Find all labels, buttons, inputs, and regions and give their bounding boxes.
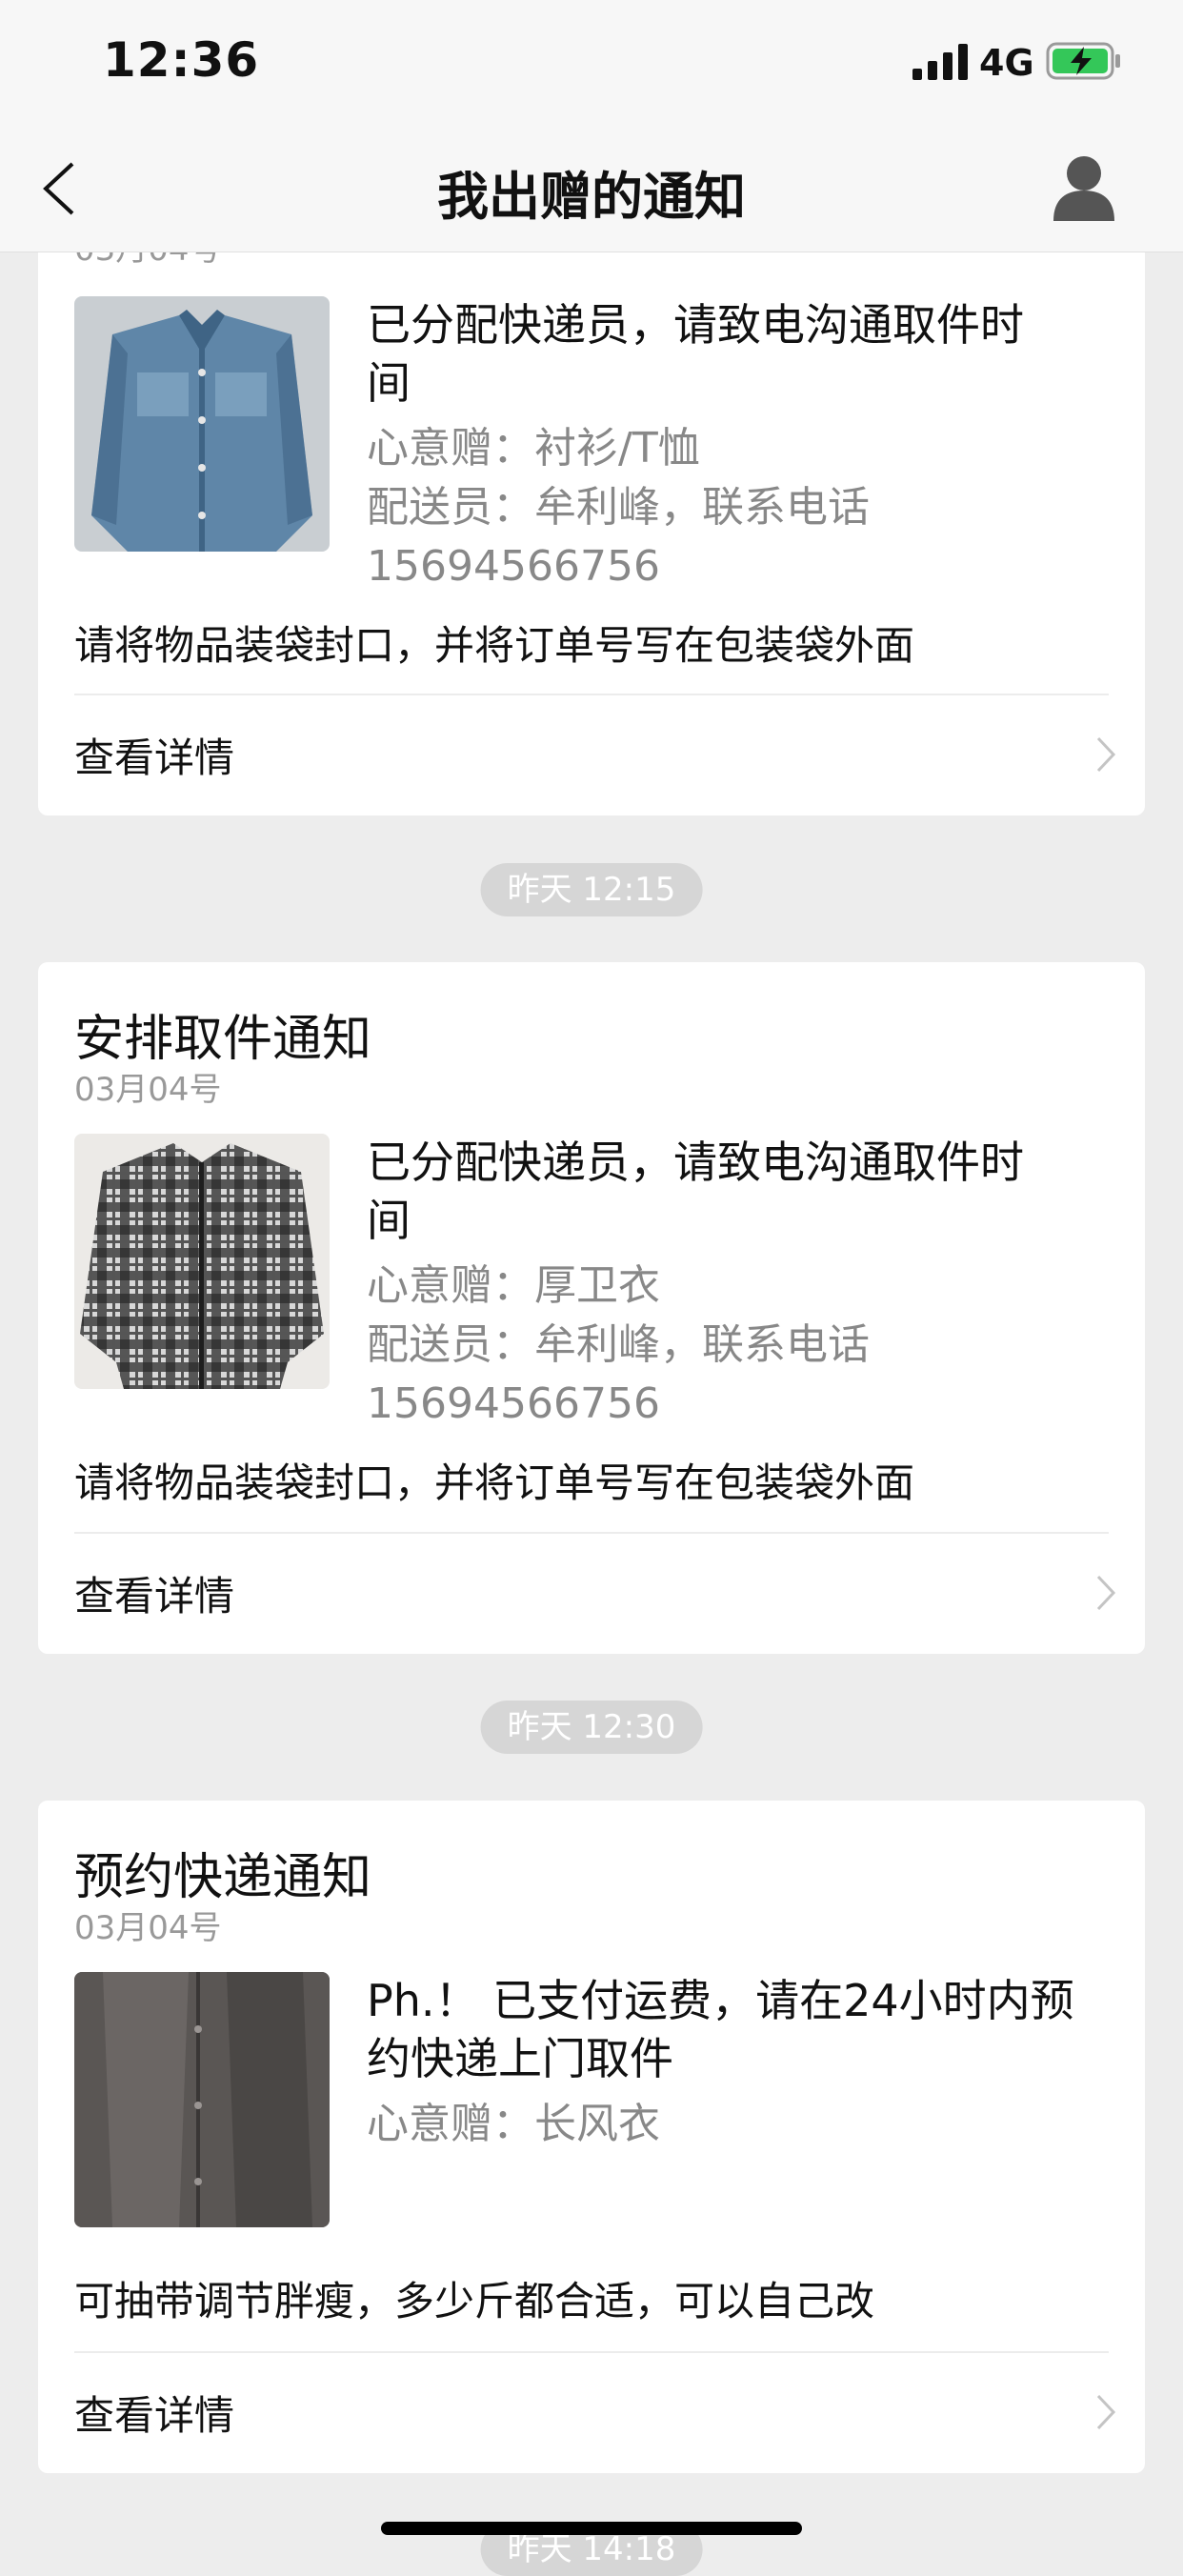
notification-message: 已分配快递员，请致电沟通取件时 间 xyxy=(367,299,1024,409)
user-profile-icon[interactable] xyxy=(1052,152,1116,221)
status-bar: 12:36 4G xyxy=(0,0,1183,124)
card-title: 预约快递通知 xyxy=(74,1849,372,1906)
notification-card: 预约快递通知 03月04号 Ph.！ 已支付运费，请在24小时内预 约快递上门取… xyxy=(38,1801,1145,2473)
timestamp-pill: 昨天 12:30 xyxy=(480,1701,703,1754)
home-indicator[interactable] xyxy=(381,2522,802,2535)
notification-card: 03月04号 已分配快递员，请致电沟通取件时 间 心意赠：衬衫/T恤 xyxy=(38,191,1145,815)
network-type: 4G xyxy=(979,42,1034,84)
card-date: 03月04号 xyxy=(74,1909,222,1947)
packing-note: 请将物品装袋封口，并将订单号写在包装袋外面 xyxy=(74,622,915,669)
item-thumbnail[interactable] xyxy=(74,296,330,552)
status-time: 12:36 xyxy=(103,32,260,88)
chevron-right-icon xyxy=(1096,736,1116,773)
view-details-button[interactable]: 查看详情 xyxy=(38,2351,1145,2473)
gift-category: 心意赠：长风衣 xyxy=(367,2100,660,2148)
gift-category: 心意赠：厚卫衣 xyxy=(367,1261,660,1310)
courier-phone: 15694566756 xyxy=(367,1379,660,1428)
notification-message: 已分配快递员，请致电沟通取件时 间 xyxy=(367,1137,1024,1246)
nav-bar: 我出赠的通知 xyxy=(0,124,1183,252)
courier-info: 配送员：牟利峰，联系电话 15694566756 xyxy=(367,478,1119,596)
item-description: 可抽带调节胖瘦，多少斤都合适，可以自己改 xyxy=(74,2278,875,2324)
courier-info: 配送员：牟利峰，联系电话 15694566756 xyxy=(367,1316,1119,1434)
cellular-signal-icon xyxy=(912,44,968,80)
timestamp-pill: 昨天 12:15 xyxy=(480,863,703,916)
view-details-button[interactable]: 查看详情 xyxy=(38,1532,1145,1654)
battery-charging-icon xyxy=(1046,42,1120,80)
notification-message: Ph.！ 已支付运费，请在24小时内预 约快递上门取件 xyxy=(367,1975,1074,2084)
chevron-right-icon xyxy=(1096,1575,1116,1611)
card-date: 03月04号 xyxy=(74,1071,222,1109)
item-thumbnail[interactable] xyxy=(74,1134,330,1389)
item-thumbnail[interactable] xyxy=(74,1972,330,2227)
view-details-button[interactable]: 查看详情 xyxy=(38,694,1145,815)
notification-card: 安排取件通知 03月04号 已分配快递员，请致电沟通取件时 间 心意赠：厚卫衣 … xyxy=(38,962,1145,1654)
courier-phone: 15694566756 xyxy=(367,542,660,591)
notification-list[interactable]: 03月04号 已分配快递员，请致电沟通取件时 间 心意赠：衬衫/T恤 xyxy=(0,0,1183,2576)
chevron-right-icon xyxy=(1096,2394,1116,2430)
page-title: 我出赠的通知 xyxy=(437,167,746,227)
packing-note: 请将物品装袋封口，并将订单号写在包装袋外面 xyxy=(74,1459,915,1506)
gift-category: 心意赠：衬衫/T恤 xyxy=(367,424,700,473)
card-title: 安排取件通知 xyxy=(74,1011,372,1068)
